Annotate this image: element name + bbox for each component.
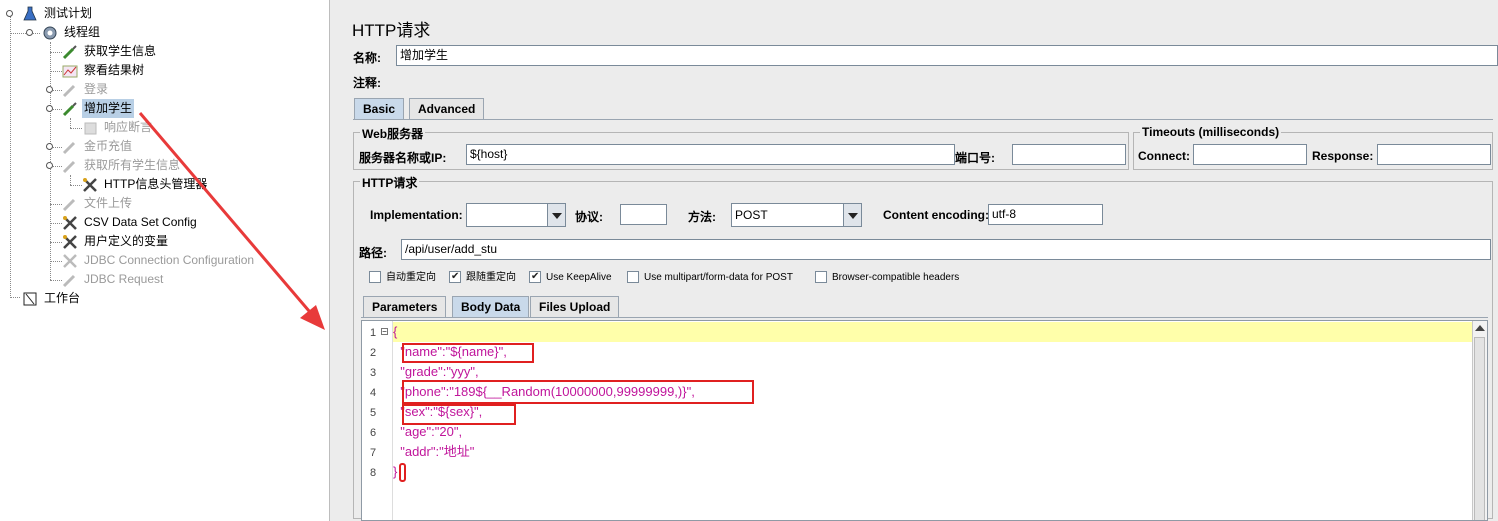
tree-node-workbench[interactable]: 工作台: [20, 289, 220, 308]
tree-item-response-assertion[interactable]: 响应断言: [80, 118, 300, 137]
sampler-pipette-icon: [62, 82, 78, 98]
fold-icon[interactable]: −: [381, 328, 388, 336]
vertical-scrollbar[interactable]: [1472, 321, 1487, 520]
tab-files-upload[interactable]: Files Upload: [530, 296, 620, 317]
line-number: 6: [370, 427, 377, 439]
annotation-box-name: [402, 343, 534, 363]
tab-basic[interactable]: Basic: [354, 98, 405, 119]
tree-node-thread-group[interactable]: 线程组: [40, 23, 240, 42]
comment-label: 注释:: [353, 76, 381, 90]
current-line-highlight: [393, 322, 1473, 342]
tree-item-jdbc-request[interactable]: JDBC Request: [60, 270, 300, 289]
port-field[interactable]: [1012, 144, 1126, 165]
body-data-editor[interactable]: 1 − 2 3 4 5 6 7 8 { "name":"${name}", "g…: [361, 320, 1488, 521]
sampler-pipette-icon: [62, 272, 78, 288]
line-number: 1: [370, 327, 377, 339]
content-encoding-label: Content encoding:: [883, 208, 989, 222]
tools-icon: [62, 215, 78, 231]
content-encoding-field[interactable]: utf-8: [988, 204, 1103, 225]
tree-node-test-plan[interactable]: 测试计划: [20, 4, 220, 23]
response-field[interactable]: [1377, 144, 1491, 165]
tree-item-csv-data-set-config[interactable]: CSV Data Set Config: [60, 213, 300, 232]
port-label: 端口号:: [955, 151, 995, 165]
connect-field[interactable]: [1193, 144, 1307, 165]
path-field[interactable]: /api/user/add_stu: [401, 239, 1491, 260]
sampler-pipette-icon: [62, 158, 78, 174]
tree-item-jdbc-connection-configuration[interactable]: JDBC Connection Configuration: [60, 251, 320, 270]
graph-icon: [62, 63, 78, 79]
tree-item-get-all-students[interactable]: 获取所有学生信息: [60, 156, 300, 175]
expand-toggle[interactable]: [46, 162, 53, 169]
method-label: 方法:: [688, 210, 716, 224]
workbench-icon: [22, 291, 38, 307]
chevron-down-icon[interactable]: [843, 204, 861, 226]
tree-item-get-student-info[interactable]: 获取学生信息: [60, 42, 300, 61]
tab-advanced[interactable]: Advanced: [409, 98, 485, 119]
method-select[interactable]: POST: [731, 203, 862, 227]
tab-parameters[interactable]: Parameters: [363, 296, 447, 317]
expand-toggle[interactable]: [46, 105, 53, 112]
implementation-label: Implementation:: [370, 208, 463, 222]
sampler-pipette-icon: [62, 101, 78, 117]
server-field[interactable]: ${host}: [466, 144, 955, 165]
line-number: 7: [370, 447, 377, 459]
protocol-field[interactable]: [620, 204, 667, 225]
tools-icon: [62, 234, 78, 250]
sampler-pipette-icon: [62, 196, 78, 212]
tree-item-http-header-manager[interactable]: HTTP信息头管理器: [80, 175, 300, 194]
tools-icon: [82, 177, 98, 193]
expand-toggle[interactable]: [6, 10, 13, 17]
path-label: 路径:: [359, 246, 387, 260]
tree-item-view-results-tree[interactable]: 察看结果树: [60, 61, 300, 80]
http-request-panel: HTTP请求 名称: 增加学生 注释: Basic Advanced Web服务…: [341, 0, 1498, 521]
line-number-gutter: 1 − 2 3 4 5 6 7 8: [362, 321, 393, 520]
line-number: 2: [370, 347, 377, 359]
chevron-down-icon[interactable]: [547, 204, 565, 226]
code-line: }: [393, 464, 398, 479]
scroll-up-arrow[interactable]: [1475, 325, 1485, 331]
annotation-box-cursor: [399, 463, 406, 482]
tab-body-data[interactable]: Body Data: [452, 296, 530, 317]
comment-field[interactable]: [396, 70, 1498, 91]
sampler-pipette-icon: [62, 139, 78, 155]
line-number: 3: [370, 367, 377, 379]
annotation-box-phone: [402, 380, 754, 404]
tree-item-coin-recharge[interactable]: 金币充值: [60, 137, 300, 156]
tree-item-user-defined-variables[interactable]: 用户定义的变量: [60, 232, 300, 251]
gear-icon: [42, 25, 58, 41]
line-number: 4: [370, 387, 377, 399]
flask-icon: [22, 6, 38, 22]
name-field[interactable]: 增加学生: [396, 45, 1498, 66]
line-number: 8: [370, 467, 377, 479]
sampler-pipette-icon: [62, 44, 78, 60]
connect-label: Connect:: [1138, 149, 1190, 163]
test-plan-tree[interactable]: 测试计划 线程组 获取学生信息 察看结果树 登录 增加学生 响应断言 金币充值 …: [0, 0, 329, 521]
protocol-label: 协议:: [575, 210, 603, 224]
tree-item-login[interactable]: 登录: [60, 80, 300, 99]
implementation-select[interactable]: [466, 203, 566, 227]
expand-toggle[interactable]: [26, 29, 33, 36]
name-label: 名称:: [353, 51, 381, 65]
tools-icon: [62, 253, 78, 269]
response-label: Response:: [1312, 149, 1374, 163]
assertion-icon: [82, 120, 98, 136]
tree-item-add-student[interactable]: 增加学生: [60, 99, 300, 118]
code-line: "age":"20",: [393, 424, 463, 439]
expand-toggle[interactable]: [46, 86, 53, 93]
code-line: "grade":"yyy",: [393, 364, 479, 379]
line-number: 5: [370, 407, 377, 419]
code-line: "addr":"地址": [393, 444, 475, 459]
server-label: 服务器名称或IP:: [359, 151, 447, 165]
expand-toggle[interactable]: [46, 143, 53, 150]
scroll-thumb[interactable]: [1474, 337, 1485, 520]
code-line: {: [393, 324, 398, 339]
page-title: HTTP请求: [352, 21, 431, 40]
tree-item-file-upload[interactable]: 文件上传: [60, 194, 300, 213]
annotation-box-sex: [402, 404, 516, 425]
